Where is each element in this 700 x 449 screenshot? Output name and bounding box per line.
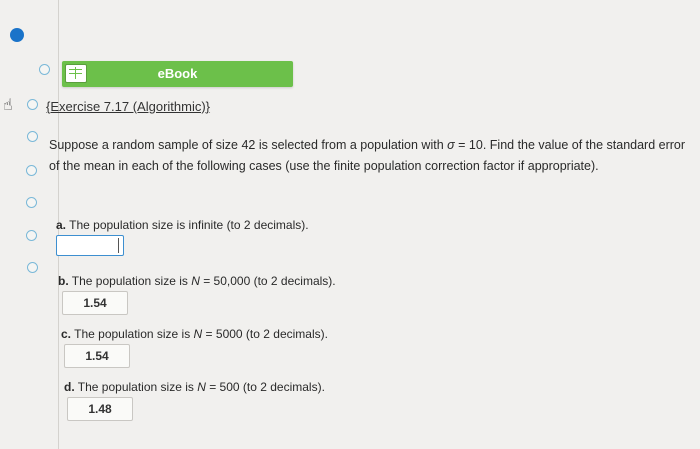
part-b-var: N bbox=[191, 274, 200, 288]
part-b-text-post: = 50,000 (to 2 decimals). bbox=[199, 274, 336, 288]
part-a-text: The population size is infinite (to 2 de… bbox=[69, 218, 309, 232]
part-a-letter: a. bbox=[56, 218, 67, 232]
nav-radio-5[interactable] bbox=[26, 197, 37, 208]
part-b-text-pre: The population size is bbox=[71, 274, 192, 288]
current-item-indicator bbox=[10, 28, 24, 42]
text-cursor bbox=[118, 238, 119, 253]
part-c-text-post: = 5000 (to 2 decimals). bbox=[202, 327, 328, 341]
part-b-answer[interactable]: 1.54 bbox=[62, 291, 128, 315]
nav-radio-7[interactable] bbox=[27, 262, 38, 273]
nav-radio-1[interactable] bbox=[39, 64, 50, 75]
part-c-answer[interactable]: 1.54 bbox=[64, 344, 130, 368]
left-nav-rail: ☝ bbox=[0, 0, 58, 449]
nav-radio-6[interactable] bbox=[26, 230, 37, 241]
ebook-label: eBook bbox=[157, 66, 198, 81]
exercise-title[interactable]: {Exercise 7.17 (Algorithmic)} bbox=[46, 99, 210, 114]
sigma-symbol: σ bbox=[447, 138, 455, 152]
part-a-answer-input[interactable] bbox=[56, 235, 124, 256]
question-text-part-1: Suppose a random sample of size 42 is se… bbox=[49, 138, 448, 152]
part-d-answer[interactable]: 1.48 bbox=[67, 397, 133, 421]
part-b-label: b. The population size is N = 50,000 (to… bbox=[58, 274, 336, 288]
part-c-letter: c. bbox=[61, 327, 72, 341]
hand-pointer-icon: ☝ bbox=[3, 97, 13, 114]
part-d-text-pre: The population size is bbox=[77, 380, 198, 394]
question-text: Suppose a random sample of size 42 is se… bbox=[49, 135, 694, 177]
ebook-button[interactable]: eBook bbox=[62, 61, 293, 87]
nav-radio-3[interactable] bbox=[27, 131, 38, 142]
part-d-label: d. The population size is N = 500 (to 2 … bbox=[64, 380, 325, 394]
part-d-letter: d. bbox=[64, 380, 75, 394]
part-a-label: a. The population size is infinite (to 2… bbox=[56, 218, 309, 232]
part-b-letter: b. bbox=[58, 274, 69, 288]
part-d-text-post: = 500 (to 2 decimals). bbox=[205, 380, 325, 394]
part-c-label: c. The population size is N = 5000 (to 2… bbox=[61, 327, 328, 341]
nav-radio-4[interactable] bbox=[26, 165, 37, 176]
part-c-text-pre: The population size is bbox=[74, 327, 194, 341]
part-d-var: N bbox=[197, 380, 206, 394]
part-c-var: N bbox=[193, 327, 203, 341]
nav-radio-2[interactable] bbox=[27, 99, 38, 110]
